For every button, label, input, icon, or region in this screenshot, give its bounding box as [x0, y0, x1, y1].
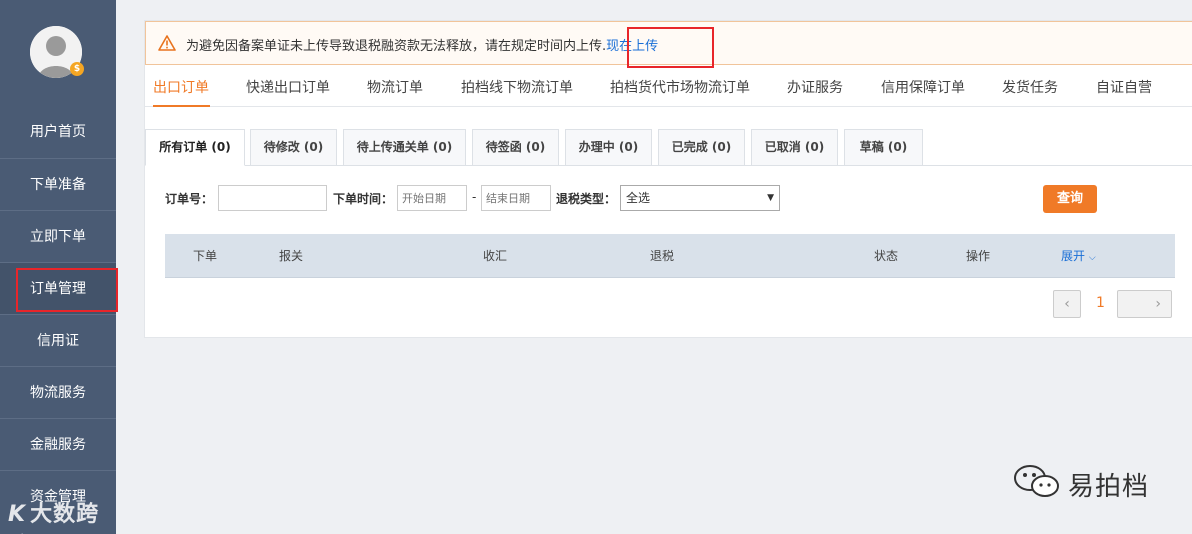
- column-header-status: 状态: [874, 249, 899, 263]
- sidebar-item-finance[interactable]: 金融服务: [0, 418, 116, 470]
- sidebar-item-label: 下单准备: [30, 177, 86, 193]
- subtab-pending-customs-upload[interactable]: 待上传通关单 (0): [343, 129, 466, 166]
- wechat-icon: [1014, 465, 1059, 497]
- filter-form: 订单号： 下单时间： - 退税类型： 全选 ▼ 查询: [145, 183, 1192, 213]
- tab-logistics-orders[interactable]: 物流订单: [367, 77, 423, 97]
- subtab-completed[interactable]: 已完成 (0): [658, 129, 745, 166]
- notice-text: 为避免因备案单证未上传导致退税融资款无法释放，请在规定时间内上传.现在上传: [186, 39, 659, 54]
- sidebar-item-user-home[interactable]: 用户首页: [0, 106, 116, 158]
- sidebar-item-label: 金融服务: [30, 437, 86, 453]
- subtab-pending-sign[interactable]: 待签函 (0): [472, 129, 559, 166]
- sidebar-item-label: 用户首页: [30, 124, 86, 140]
- sidebar-item-place-order[interactable]: 立即下单: [0, 210, 116, 262]
- tab-self-certified[interactable]: 自证自营: [1096, 77, 1152, 97]
- tab-certificate-service[interactable]: 办证服务: [787, 77, 843, 97]
- avatar[interactable]: $: [30, 26, 84, 78]
- sidebar-item-label: 信用证: [37, 333, 79, 349]
- column-header-refund: 退税: [650, 249, 675, 263]
- sidebar-item-label: 立即下单: [30, 229, 86, 245]
- tab-credit-guarantee-orders[interactable]: 信用保障订单: [881, 77, 965, 97]
- sidebar-item-order-prep[interactable]: 下单准备: [0, 158, 116, 210]
- subtab-all-orders[interactable]: 所有订单 (0): [145, 129, 245, 166]
- order-no-input[interactable]: [218, 185, 327, 211]
- next-page-button[interactable]: ›: [1117, 290, 1172, 318]
- highlight-box: [16, 268, 118, 312]
- main-panel: 为避免因备案单证未上传导致退税融资款无法释放，请在规定时间内上传.现在上传 出口…: [144, 20, 1192, 338]
- sidebar-item-logistics[interactable]: 物流服务: [0, 366, 116, 418]
- refund-type-label: 退税类型：: [556, 192, 617, 206]
- current-page[interactable]: 1: [1096, 295, 1105, 311]
- subtab-in-progress[interactable]: 办理中 (0): [565, 129, 652, 166]
- sidebar-item-letter-of-credit[interactable]: 信用证: [0, 314, 116, 366]
- orders-table-header: 下单 报关 收汇 退税 状态 操作 展开 ⌵: [165, 234, 1175, 278]
- tab-export-orders[interactable]: 出口订单: [153, 77, 209, 97]
- tab-forwarder-market-orders[interactable]: 拍档货代市场物流订单: [610, 77, 750, 97]
- sidebar-item-label: 物流服务: [30, 385, 86, 401]
- tab-shipping-tasks[interactable]: 发货任务: [1002, 77, 1058, 97]
- expand-toggle[interactable]: 展开 ⌵: [1061, 247, 1096, 264]
- column-header-actions: 操作: [966, 249, 991, 263]
- subtab-cancelled[interactable]: 已取消 (0): [751, 129, 838, 166]
- app-root: $ 用户首页 下单准备 立即下单 订单管理 信用证 物流服务 金融服务 资金管理…: [0, 0, 1192, 534]
- refund-type-select[interactable]: 全选 ▼: [620, 185, 780, 211]
- prev-page-button[interactable]: ‹: [1053, 290, 1081, 318]
- sidebar-nav: 用户首页 下单准备 立即下单 订单管理 信用证 物流服务 金融服务 资金管理: [0, 106, 118, 522]
- subtab-drafts[interactable]: 草稿 (0): [844, 129, 923, 166]
- watermark-left: K大数跨境: [8, 502, 100, 527]
- active-tab-indicator: [153, 105, 210, 107]
- column-header-receipt: 收汇: [483, 249, 508, 263]
- warning-icon: [158, 35, 176, 51]
- coin-badge-icon: $: [70, 62, 84, 76]
- sidebar-item-order-management[interactable]: 订单管理: [0, 262, 118, 314]
- start-date-input[interactable]: [397, 185, 467, 211]
- notice-bar: 为避免因备案单证未上传导致退税融资款无法释放，请在规定时间内上传.现在上传: [145, 21, 1192, 68]
- tab-offline-logistics-orders[interactable]: 拍档线下物流订单: [461, 77, 573, 97]
- date-range-separator: -: [472, 190, 477, 204]
- highlight-box: [627, 27, 714, 68]
- column-header-order: 下单: [193, 249, 218, 263]
- order-time-label: 下单时间：: [333, 192, 394, 206]
- query-button[interactable]: 查询: [1043, 185, 1097, 213]
- chevron-down-icon: ⌵: [1088, 253, 1096, 263]
- tab-express-export-orders[interactable]: 快递出口订单: [246, 77, 330, 97]
- main-tabs: 出口订单 快递出口订单 物流订单 拍档线下物流订单 拍档货代市场物流订单 办证服…: [145, 67, 1192, 107]
- subtab-pending-edit[interactable]: 待修改 (0): [250, 129, 337, 166]
- watermark-right: 易拍档: [1012, 462, 1162, 502]
- caret-down-icon: ▼: [767, 193, 774, 203]
- order-no-label: 订单号：: [165, 192, 214, 206]
- end-date-input[interactable]: [481, 185, 551, 211]
- column-header-customs: 报关: [279, 249, 304, 263]
- sidebar: $ 用户首页 下单准备 立即下单 订单管理 信用证 物流服务 金融服务 资金管理…: [0, 0, 118, 534]
- watermark-logo-icon: K: [8, 502, 27, 527]
